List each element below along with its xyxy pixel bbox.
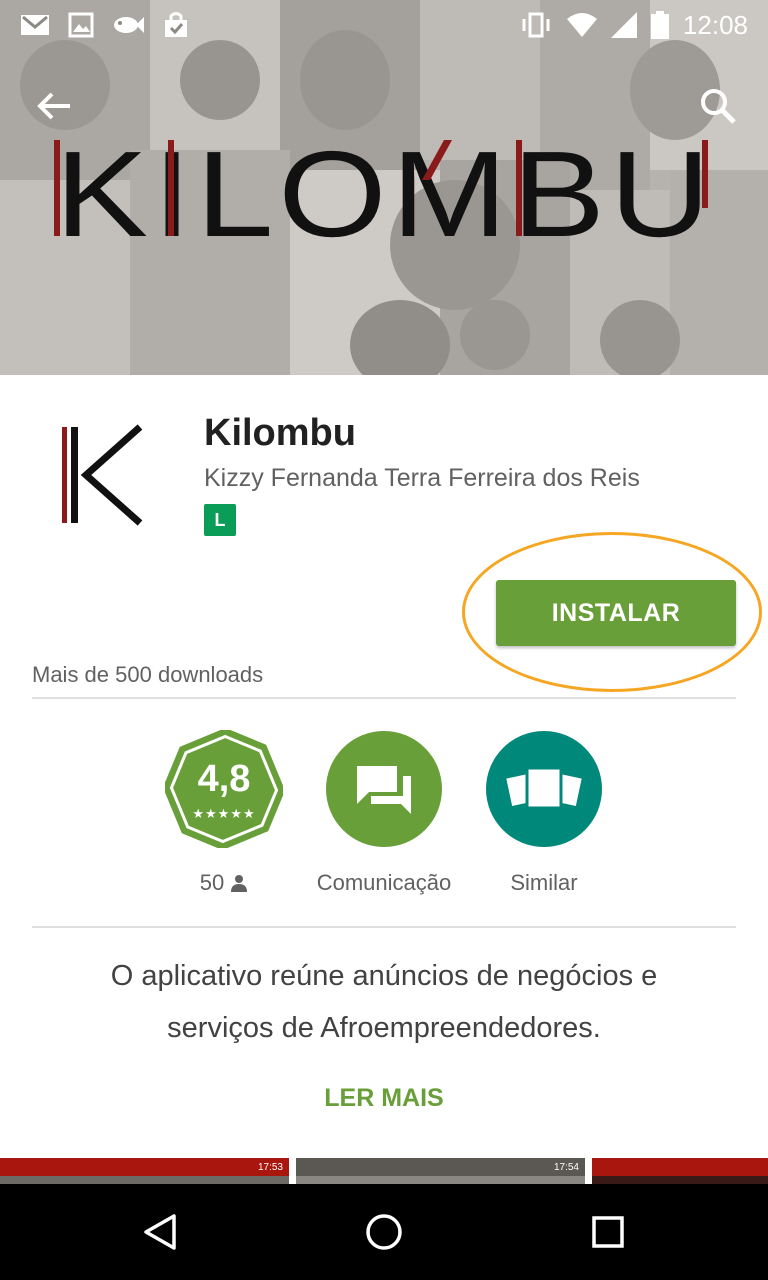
shopping-bag-icon: [165, 12, 187, 37]
app-description: O aplicativo reúne anúncios de negócios …: [110, 960, 658, 1044]
category-circle: [325, 730, 443, 848]
reviews-count: 50: [199, 870, 225, 895]
kilombu-logo: KILOMBU: [54, 130, 715, 242]
signal-icon: [610, 12, 637, 38]
home-circle-icon[interactable]: [360, 1208, 408, 1256]
status-time: 12:08: [682, 9, 748, 40]
category-badge-column[interactable]: Comunicação: [304, 730, 464, 896]
navigation-bar: [0, 1184, 768, 1280]
wifi-icon: [566, 13, 597, 37]
screenshot-thumbnail[interactable]: 17:54: [296, 1158, 585, 1184]
rating-badge-column[interactable]: 4,8 ★★★★★ 50: [144, 727, 304, 896]
hero-banner: KILOMBU 12:08: [0, 0, 768, 375]
similar-label: Similar: [510, 870, 578, 895]
search-icon[interactable]: [694, 82, 742, 130]
downloads-count: Mais de 500 downloads: [32, 662, 264, 687]
gmail-icon: [21, 15, 49, 35]
status-bar: 12:08: [0, 0, 768, 50]
kilombu-logo-text: KILOMBU: [55, 130, 715, 242]
similar-badge-column[interactable]: Similar: [464, 730, 624, 896]
image-icon: [68, 12, 94, 38]
recents-square-icon[interactable]: [584, 1208, 632, 1256]
back-arrow-icon[interactable]: [30, 82, 78, 130]
chat-bubbles-icon: [326, 731, 442, 847]
battery-icon: [650, 11, 669, 39]
vibrate-icon: [522, 12, 550, 38]
similar-cards-icon: [486, 731, 602, 847]
fish-icon: [114, 17, 144, 33]
rating-value: 4,8: [197, 758, 251, 800]
divider: [32, 697, 736, 699]
category-label: Comunicação: [316, 870, 452, 895]
screenshot-time: 17:54: [553, 1161, 579, 1173]
install-button[interactable]: INSTALAR: [496, 580, 736, 646]
app-title: Kilombu: [204, 412, 356, 454]
app-icon: [62, 424, 143, 526]
screenshot-thumbnail[interactable]: 17:53: [0, 1158, 289, 1184]
person-icon: [231, 875, 248, 892]
content-rating-badge: L: [204, 504, 236, 536]
divider: [32, 926, 736, 928]
screenshot-thumbnail[interactable]: [592, 1158, 768, 1184]
rating-stars: ★★★★★: [192, 806, 256, 821]
similar-circle: [485, 730, 603, 848]
read-more-link[interactable]: LER MAIS: [0, 1084, 768, 1113]
rating-circle: 4,8 ★★★★★: [162, 727, 286, 851]
app-developer[interactable]: Kizzy Fernanda Terra Ferreira dos Reis: [204, 464, 640, 493]
back-triangle-icon[interactable]: [136, 1208, 184, 1256]
screenshot-time: 17:53: [257, 1161, 283, 1173]
